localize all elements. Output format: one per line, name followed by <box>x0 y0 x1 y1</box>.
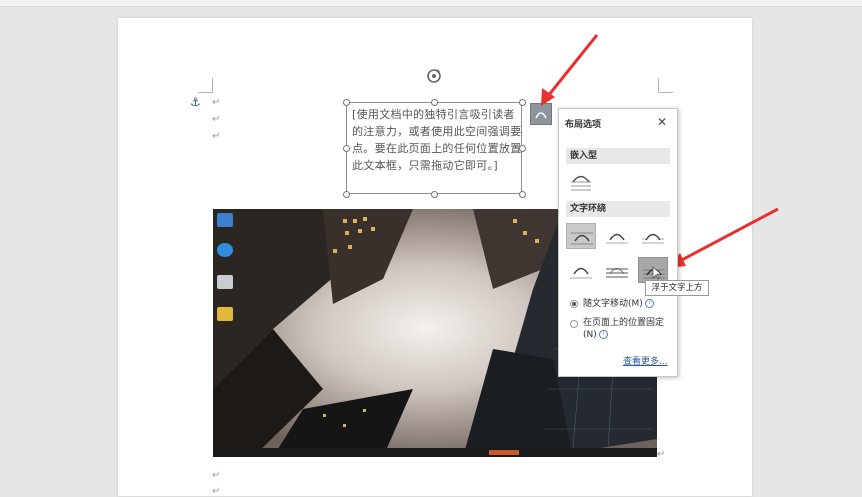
layout-options-icon <box>535 112 547 119</box>
resize-handle[interactable] <box>431 191 438 198</box>
panel-title: 布局选项 <box>565 120 602 130</box>
paragraph-mark: ↵ <box>212 131 221 142</box>
layout-options-button[interactable] <box>530 103 552 125</box>
tight-wrap-icon <box>606 233 628 244</box>
through-wrap-icon <box>642 233 664 244</box>
wrap-inline-option[interactable] <box>566 169 596 195</box>
window-top-strip <box>0 0 862 7</box>
anchor-icon[interactable]: ⚓ <box>190 95 201 109</box>
resize-handle[interactable] <box>343 99 350 106</box>
inline-section-header: 嵌入型 <box>566 148 670 164</box>
resize-handle[interactable] <box>431 99 438 106</box>
desktop-computer-icon <box>217 213 233 227</box>
close-icon[interactable]: ✕ <box>657 115 667 129</box>
crop-mark-top-right <box>658 78 673 93</box>
desktop-network-icon <box>217 243 233 257</box>
crop-mark-top-left <box>198 78 213 93</box>
resize-handle[interactable] <box>343 145 350 152</box>
behind-text-icon <box>606 267 628 278</box>
paragraph-mark: ↵ <box>212 114 221 125</box>
tooltip: 浮于文字上方 <box>645 280 709 296</box>
quote-text[interactable]: [使用文档中的独特引言吸引读者的注意力，或者使用此空间强调要点。要在此页面上的任… <box>352 106 522 174</box>
move-with-text-radio[interactable] <box>570 300 578 308</box>
top-bottom-wrap-icon <box>570 267 592 279</box>
resize-handle[interactable] <box>519 191 526 198</box>
fix-position-radio[interactable] <box>570 320 578 328</box>
see-more-link[interactable]: 查看更多... <box>623 354 668 367</box>
paragraph-mark: ↵ <box>212 97 221 108</box>
fix-position-label[interactable]: 在页面上的位置固定(N) i <box>583 317 669 341</box>
wrap-square-option[interactable] <box>566 223 596 249</box>
desktop-recycle-bin-icon <box>217 275 233 289</box>
layout-options-panel: 布局选项 ✕ 嵌入型 文字环绕 随文字移动(M) i 在页面上的位置固定(N) … <box>558 108 678 377</box>
info-icon[interactable]: i <box>644 299 654 308</box>
square-wrap-icon <box>571 232 593 245</box>
paragraph-mark: ↵ <box>657 449 666 460</box>
paragraph-mark: ↵ <box>212 486 221 497</box>
taskbar-app-icons <box>489 450 519 455</box>
paragraph-mark: ↵ <box>212 470 221 481</box>
wrap-section-header: 文字环绕 <box>566 201 670 217</box>
wrap-behind-text-option[interactable] <box>602 257 632 283</box>
move-with-text-label[interactable]: 随文字移动(M) i <box>583 298 669 310</box>
resize-handle[interactable] <box>343 191 350 198</box>
info-icon[interactable]: i <box>598 330 608 339</box>
resize-handle[interactable] <box>519 145 526 152</box>
desktop-taskbar <box>213 448 657 457</box>
wrap-through-option[interactable] <box>638 223 668 249</box>
inline-layout-icon <box>571 175 591 191</box>
rotate-icon[interactable] <box>425 67 443 85</box>
desktop-folder-icon <box>217 307 233 321</box>
wrap-tight-option[interactable] <box>602 223 632 249</box>
resize-handle[interactable] <box>519 99 526 106</box>
wrap-top-bottom-option[interactable] <box>566 257 596 283</box>
